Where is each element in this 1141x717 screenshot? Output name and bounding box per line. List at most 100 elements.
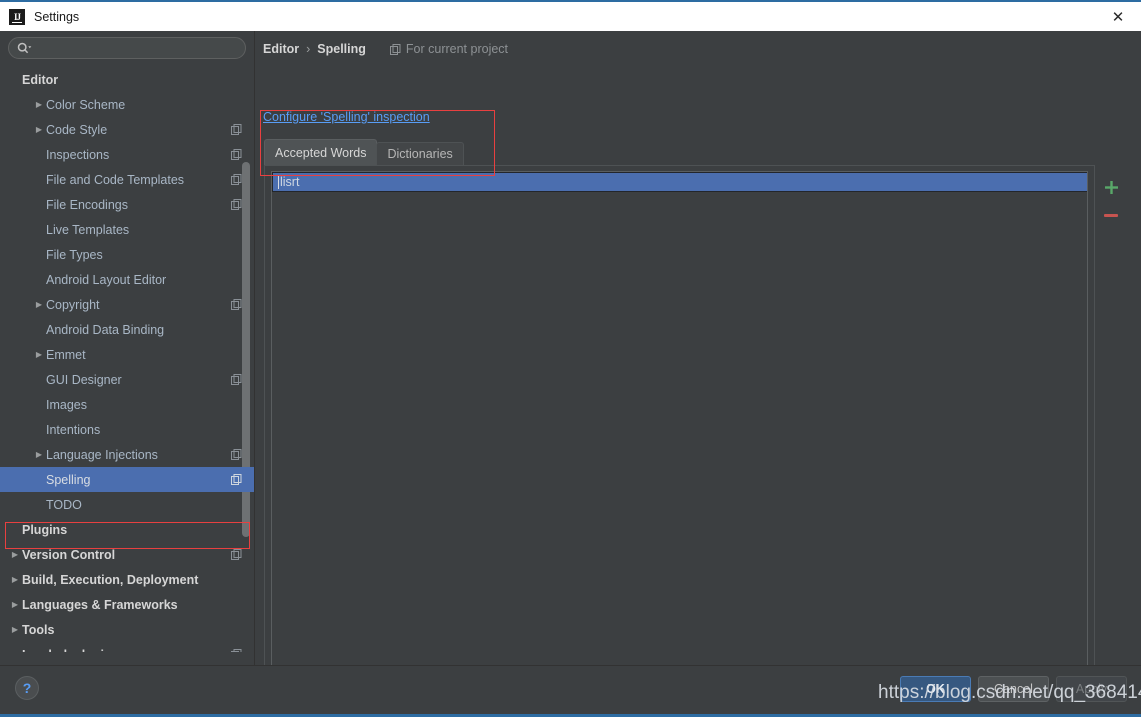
expand-arrow-icon[interactable]: ▶ xyxy=(32,125,46,134)
sidebar-item-label: Language Injections xyxy=(46,447,158,462)
sidebar-item-languages-frameworks[interactable]: ▶ Languages & Frameworks xyxy=(0,592,254,617)
search-area xyxy=(0,31,254,59)
sidebar-item-editor[interactable]: Editor xyxy=(0,67,254,92)
sidebar-item-plugins[interactable]: Plugins xyxy=(0,517,254,542)
search-input[interactable] xyxy=(32,41,245,55)
sidebar-item-label: Inspections xyxy=(46,147,110,162)
add-button[interactable] xyxy=(1100,176,1122,198)
sidebar-item-label: Version Control xyxy=(22,547,116,562)
project-scope-icon xyxy=(231,199,242,210)
sidebar-item-tools[interactable]: ▶ Tools xyxy=(0,617,254,642)
settings-dialog: IJ Settings ✕ Editor ▶ Color Scheme ▶ Co… xyxy=(0,0,1141,717)
expand-arrow-icon[interactable]: ▶ xyxy=(32,300,46,309)
sidebar-item-label: Plugins xyxy=(22,522,68,537)
scope-indicator: For current project xyxy=(389,42,509,56)
breadcrumb-separator: › xyxy=(306,42,311,56)
dialog-buttons: OK Cancel Apply xyxy=(900,676,1127,702)
project-scope-icon xyxy=(231,474,242,485)
sidebar-item-build-execution-deployment[interactable]: ▶ Build, Execution, Deployment xyxy=(0,567,254,592)
sidebar-item-copyright[interactable]: ▶ Copyright xyxy=(0,292,254,317)
search-box[interactable] xyxy=(8,37,246,59)
sidebar-item-label: TODO xyxy=(46,497,82,512)
accepted-words-list[interactable]: lisrt xyxy=(271,171,1088,671)
sidebar-item-file-and-code-templates[interactable]: File and Code Templates xyxy=(0,167,254,192)
plus-icon xyxy=(1104,180,1118,194)
sidebar-item-label: Images xyxy=(46,397,87,412)
sidebar-item-todo[interactable]: TODO xyxy=(0,492,254,517)
sidebar-item-label: File and Code Templates xyxy=(46,172,185,187)
close-icon[interactable]: ✕ xyxy=(1095,2,1141,31)
breadcrumb-current: Spelling xyxy=(317,42,366,56)
sidebar-item-label: Editor xyxy=(22,72,59,87)
project-scope-icon xyxy=(231,149,242,160)
breadcrumb: Editor › Spelling For current project xyxy=(263,42,508,56)
sidebar-item-label: Emmet xyxy=(46,347,86,362)
project-scope-icon xyxy=(231,299,242,310)
settings-main-panel: Editor › Spelling For current project Co… xyxy=(255,31,1141,677)
tab-label: Accepted Words xyxy=(275,145,367,160)
dialog-body: Editor ▶ Color Scheme ▶ Code Style Inspection… xyxy=(0,31,1141,677)
sidebar-item-android-data-binding[interactable]: Android Data Binding xyxy=(0,317,254,342)
help-button[interactable]: ? xyxy=(15,676,39,700)
configure-spelling-inspection-link[interactable]: Configure 'Spelling' inspection xyxy=(263,110,430,124)
project-scope-icon xyxy=(231,124,242,135)
sidebar-item-gui-designer[interactable]: GUI Designer xyxy=(0,367,254,392)
apply-button: Apply xyxy=(1056,676,1127,702)
sidebar-item-label: Intentions xyxy=(46,422,101,437)
project-scope-icon xyxy=(231,649,242,652)
minus-icon xyxy=(1104,213,1118,217)
scope-label: For current project xyxy=(405,42,509,56)
sidebar-item-file-encodings[interactable]: File Encodings xyxy=(0,192,254,217)
sidebar-item-inspections[interactable]: Inspections xyxy=(0,142,254,167)
settings-sidebar: Editor ▶ Color Scheme ▶ Code Style Inspection… xyxy=(0,31,255,665)
expand-arrow-icon[interactable]: ▶ xyxy=(32,450,46,459)
expand-arrow-icon[interactable]: ▶ xyxy=(8,575,22,584)
project-scope-icon xyxy=(231,549,242,560)
list-item[interactable]: lisrt xyxy=(272,172,1087,192)
sidebar-item-file-types[interactable]: File Types xyxy=(0,242,254,267)
sidebar-item-version-control[interactable]: ▶ Version Control xyxy=(0,542,254,567)
expand-arrow-icon[interactable]: ▶ xyxy=(32,350,46,359)
project-scope-icon xyxy=(231,174,242,185)
expand-arrow-icon[interactable]: ▶ xyxy=(8,625,22,634)
project-scope-icon xyxy=(231,449,242,460)
cancel-button[interactable]: Cancel xyxy=(978,676,1049,702)
remove-button[interactable] xyxy=(1100,204,1122,226)
sidebar-item-live-templates[interactable]: Live Templates xyxy=(0,217,254,242)
sidebar-item-label: GUI Designer xyxy=(46,372,122,387)
sidebar-item-label: File Types xyxy=(46,247,103,262)
expand-arrow-icon[interactable]: ▶ xyxy=(8,550,22,559)
sidebar-item-label: File Encodings xyxy=(46,197,128,212)
sidebar-item-spelling[interactable]: Spelling xyxy=(0,467,254,492)
title-bar: IJ Settings ✕ xyxy=(0,0,1141,31)
settings-tree: Editor ▶ Color Scheme ▶ Code Style Inspection… xyxy=(0,67,254,652)
sidebar-item-android-layout-editor[interactable]: Android Layout Editor xyxy=(0,267,254,292)
intellij-idea-icon: IJ xyxy=(9,8,25,25)
sidebar-item-language-injections[interactable]: ▶ Language Injections xyxy=(0,442,254,467)
expand-arrow-icon[interactable]: ▶ xyxy=(32,100,46,109)
sidebar-item-emmet[interactable]: ▶ Emmet xyxy=(0,342,254,367)
sidebar-item-label: Code Style xyxy=(46,122,108,137)
tab-dictionaries[interactable]: Dictionaries xyxy=(376,142,464,165)
sidebar-item-color-scheme[interactable]: ▶ Color Scheme xyxy=(0,92,254,117)
ok-button[interactable]: OK xyxy=(900,676,971,702)
sidebar-item-lombok-plugin[interactable]: Lombok plugin xyxy=(0,642,254,652)
sidebar-item-label: Lombok plugin xyxy=(22,648,112,653)
breadcrumb-parent[interactable]: Editor xyxy=(263,42,299,56)
accepted-words-panel: lisrt xyxy=(264,165,1095,677)
tab-accepted-words[interactable]: Accepted Words xyxy=(264,139,378,165)
list-action-buttons xyxy=(1099,176,1123,226)
button-label: OK xyxy=(926,682,945,696)
expand-arrow-icon[interactable]: ▶ xyxy=(8,600,22,609)
tab-bar: Accepted Words Dictionaries xyxy=(264,139,464,165)
window-title: Settings xyxy=(34,9,80,24)
sidebar-item-code-style[interactable]: ▶ Code Style xyxy=(0,117,254,142)
sidebar-item-label: Android Data Binding xyxy=(46,322,165,337)
sidebar-item-intentions[interactable]: Intentions xyxy=(0,417,254,442)
sidebar-item-label: Color Scheme xyxy=(46,97,126,112)
sidebar-item-label: Languages & Frameworks xyxy=(22,597,178,612)
tab-label: Dictionaries xyxy=(387,147,453,161)
sidebar-item-images[interactable]: Images xyxy=(0,392,254,417)
button-label: Cancel xyxy=(994,682,1033,696)
sidebar-item-label: Build, Execution, Deployment xyxy=(22,572,199,587)
